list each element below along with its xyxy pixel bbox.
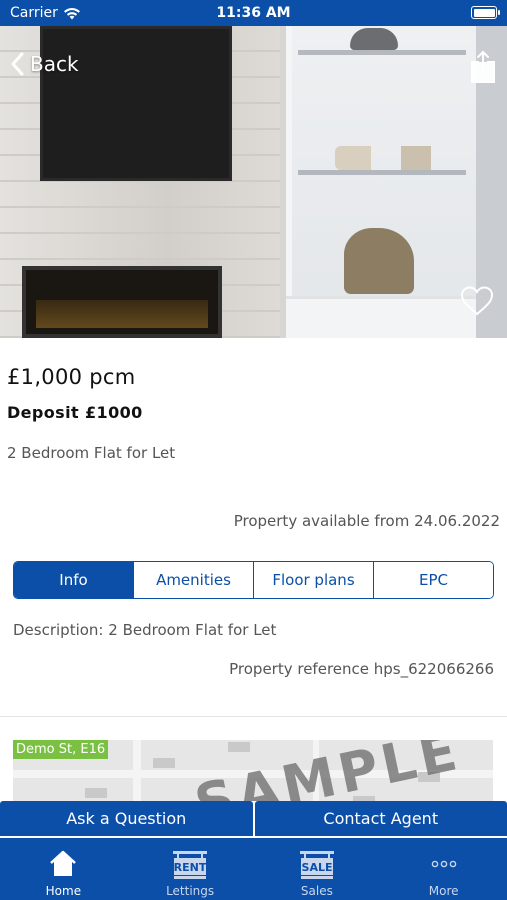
sale-sign-text: SALE <box>301 861 332 874</box>
home-icon <box>43 846 83 882</box>
property-reference: Property reference hps_622066266 <box>229 660 494 678</box>
nav-more[interactable]: More <box>380 838 507 900</box>
nav-more-label: More <box>428 884 459 898</box>
back-label: Back <box>30 52 79 76</box>
contact-agent-button[interactable]: Contact Agent <box>254 801 507 836</box>
favourite-button[interactable] <box>459 285 495 317</box>
heart-icon <box>460 286 494 316</box>
tab-amenities[interactable]: Amenities <box>134 562 254 598</box>
share-icon <box>471 51 495 83</box>
tv-image-detail <box>40 26 232 181</box>
rent-sign-icon: RENT <box>170 846 210 882</box>
nav-home-label: Home <box>45 884 82 898</box>
rent-sign-text: RENT <box>174 861 207 874</box>
fireplace-image-detail <box>22 266 222 338</box>
nav-sales-label: Sales <box>300 884 333 898</box>
map-location-label: Demo St, E16 <box>13 740 109 759</box>
tab-floor-plans[interactable]: Floor plans <box>254 562 374 598</box>
nav-lettings[interactable]: RENT Lettings <box>127 838 254 900</box>
nav-sales[interactable]: SALE Sales <box>254 838 381 900</box>
bottom-nav: Home RENT Lettings SALE Sales More <box>0 838 507 900</box>
detail-tabs: Info Amenities Floor plans EPC <box>13 561 494 599</box>
deposit: Deposit £1000 <box>7 403 143 422</box>
nav-lettings-label: Lettings <box>166 884 215 898</box>
more-dots-icon <box>424 846 464 882</box>
description: Description: 2 Bedroom Flat for Let <box>13 621 277 639</box>
location-map[interactable]: SAMPLE Demo St, E16 <box>13 740 493 810</box>
nav-home[interactable]: Home <box>0 838 127 900</box>
tab-epc[interactable]: EPC <box>374 562 493 598</box>
action-bar: Ask a Question Contact Agent <box>0 801 507 836</box>
battery-icon <box>471 6 500 19</box>
status-time: 11:36 AM <box>216 5 291 21</box>
status-bar: Carrier 11:36 AM <box>0 0 507 26</box>
sale-sign-icon: SALE <box>297 846 337 882</box>
availability-date: Property available from 24.06.2022 <box>233 512 500 530</box>
back-button[interactable]: Back <box>10 52 79 76</box>
share-button[interactable] <box>470 50 496 84</box>
ask-question-button[interactable]: Ask a Question <box>0 801 253 836</box>
divider <box>0 716 507 717</box>
listing-subtitle: 2 Bedroom Flat for Let <box>7 444 176 462</box>
tab-info[interactable]: Info <box>14 562 134 598</box>
price: £1,000 pcm <box>7 365 136 389</box>
chevron-left-icon <box>11 52 24 76</box>
